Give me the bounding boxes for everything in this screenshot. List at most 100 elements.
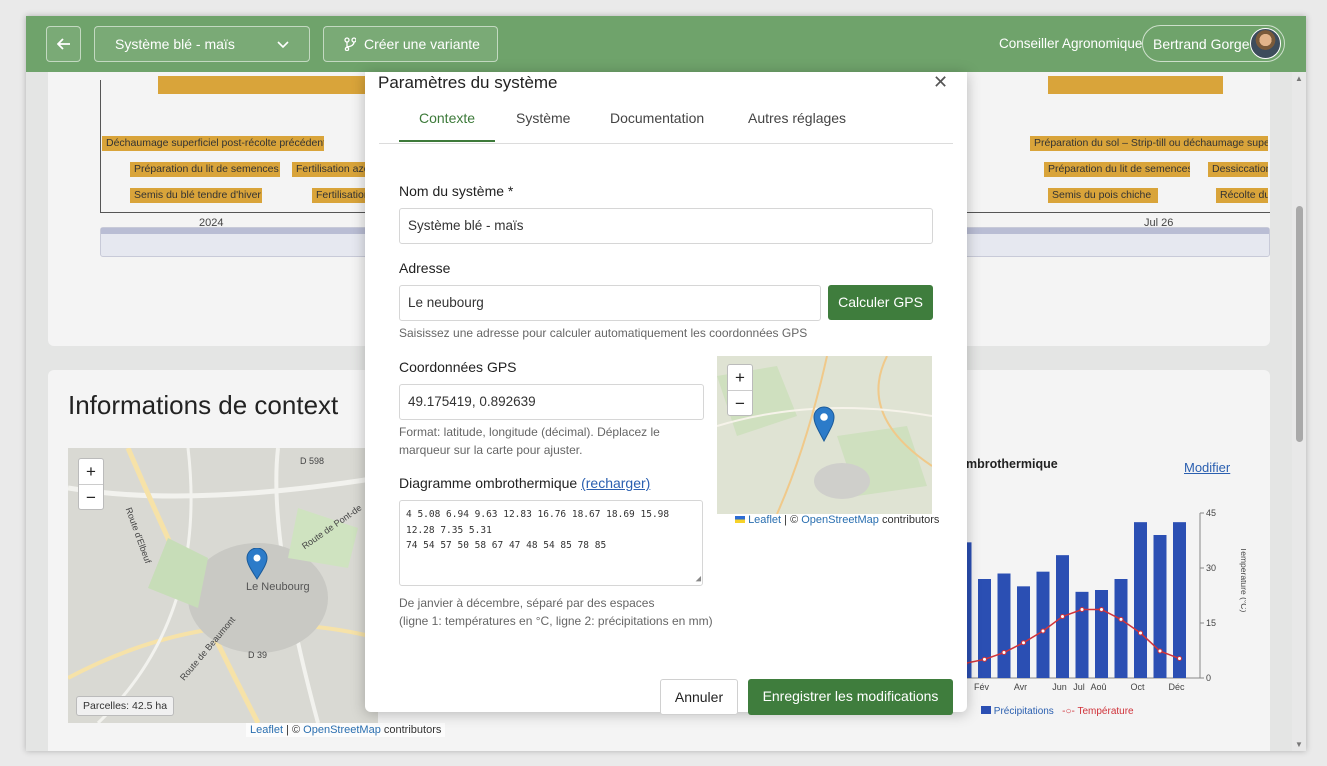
map-marker-icon[interactable] bbox=[813, 406, 835, 442]
precip-bar bbox=[1114, 579, 1128, 678]
timeline-band bbox=[1048, 76, 1223, 94]
y2-tick-label: 45 bbox=[1206, 508, 1216, 518]
ombro-chart-title: mbrothermique bbox=[966, 457, 1058, 471]
parcel-map[interactable]: D 598 Route d'Elbeuf Route de Pont-de Le… bbox=[68, 448, 378, 723]
arrow-left-icon bbox=[56, 38, 70, 50]
system-select-value: Système blé - maïs bbox=[115, 36, 235, 52]
system-name-label: Nom du système * bbox=[399, 183, 514, 199]
map-tiles bbox=[68, 448, 378, 723]
map-zoom-control: + − bbox=[78, 458, 104, 510]
osm-link[interactable]: OpenStreetMap bbox=[801, 514, 879, 526]
gantt-task[interactable]: Récolte du bbox=[1216, 188, 1268, 203]
coords-input[interactable]: 49.175419, 0.892639 bbox=[399, 384, 704, 420]
y2-tick-label: 30 bbox=[1206, 563, 1216, 573]
tab-autres-reglages[interactable]: Autres réglages bbox=[728, 110, 866, 140]
zoom-in-button[interactable]: + bbox=[728, 365, 752, 390]
address-input[interactable]: Le neubourg bbox=[399, 285, 821, 321]
temperature-point bbox=[1021, 640, 1026, 646]
map-zoom-control: + − bbox=[727, 364, 753, 416]
textarea-line: 4 5.08 6.94 9.63 12.83 16.76 18.67 18.69… bbox=[406, 509, 670, 520]
precip-bar bbox=[1153, 535, 1167, 678]
precip-bar bbox=[997, 573, 1011, 678]
textarea-line: 12.28 7.35 5.31 bbox=[406, 524, 492, 536]
osm-link[interactable]: OpenStreetMap bbox=[303, 724, 381, 736]
user-menu-button[interactable]: Bertrand Gorge bbox=[1142, 25, 1285, 62]
zoom-out-button[interactable]: − bbox=[79, 484, 103, 509]
gantt-task[interactable]: Dessiccation bbox=[1208, 162, 1268, 177]
map-attribution: Leaflet | © OpenStreetMap contributors bbox=[731, 513, 943, 527]
map-marker-icon[interactable] bbox=[246, 548, 268, 580]
month-tick-label: Oct bbox=[1130, 682, 1145, 692]
calculate-gps-button[interactable]: Calculer GPS bbox=[828, 285, 933, 320]
legend-swatch bbox=[981, 706, 991, 714]
temperature-point bbox=[1118, 616, 1124, 622]
avatar bbox=[1250, 28, 1281, 59]
ombro-data-textarea[interactable]: 4 5.08 6.94 9.63 12.83 16.76 18.67 18.69… bbox=[399, 500, 703, 586]
temperature-point bbox=[1060, 614, 1065, 620]
temperature-point bbox=[1177, 656, 1182, 662]
scrollbar-thumb[interactable] bbox=[1296, 206, 1303, 442]
zoom-out-button[interactable]: − bbox=[728, 390, 752, 415]
coords-label: Coordonnées GPS bbox=[399, 359, 517, 375]
leaflet-link[interactable]: Leaflet bbox=[250, 724, 283, 736]
month-tick-label: Aoû bbox=[1090, 682, 1106, 692]
month-tick-label: Fév bbox=[974, 682, 990, 692]
map-road-label: D 598 bbox=[300, 456, 325, 466]
temperature-point bbox=[982, 656, 987, 662]
system-select[interactable]: Système blé - maïs bbox=[94, 26, 310, 62]
month-tick-label: Avr bbox=[1014, 682, 1027, 692]
tab-systeme[interactable]: Système bbox=[496, 110, 590, 140]
system-name-input[interactable]: Système blé - maïs bbox=[399, 208, 933, 244]
map-town-label: Le Neubourg bbox=[246, 581, 310, 593]
temperature-point bbox=[1157, 648, 1163, 654]
textarea-line: 74 54 57 50 58 67 47 48 54 85 78 85 bbox=[406, 540, 607, 551]
tab-documentation[interactable]: Documentation bbox=[590, 110, 724, 140]
legend-label: Précipitations bbox=[993, 706, 1054, 717]
temperature-line bbox=[964, 608, 1180, 665]
app-window: Déchaumage superficiel post-récolte préc… bbox=[26, 16, 1306, 751]
month-tick-label: Déc bbox=[1168, 682, 1185, 692]
system-settings-modal: Paramètres du système ✕ Contexte Système… bbox=[365, 72, 967, 715]
ombro-label: Diagramme ombrothermique (recharger) bbox=[399, 475, 651, 491]
zoom-in-button[interactable]: + bbox=[79, 459, 103, 484]
legend-line-icon: -○- bbox=[1062, 706, 1075, 717]
create-variant-label: Créer une variante bbox=[364, 36, 480, 52]
precip-bar bbox=[978, 579, 991, 678]
ombro-help: (ligne 1: températures en °C, ligne 2: p… bbox=[399, 614, 713, 628]
user-role: Conseiller Agronomique bbox=[999, 36, 1143, 51]
gantt-task[interactable]: Semis du blé tendre d'hiver bbox=[130, 188, 262, 203]
cancel-button[interactable]: Annuler bbox=[660, 679, 738, 715]
month-tick-label: Jul bbox=[1073, 682, 1085, 692]
map-attribution: Leaflet | © OpenStreetMap contributors bbox=[246, 723, 446, 737]
create-variant-button[interactable]: Créer une variante bbox=[323, 26, 498, 62]
tab-contexte[interactable]: Contexte bbox=[399, 110, 496, 142]
gantt-task[interactable]: Préparation du lit de semences bbox=[1044, 162, 1190, 177]
location-map[interactable]: + − bbox=[717, 356, 932, 514]
gantt-task[interactable]: Préparation du lit de semences bbox=[130, 162, 280, 177]
temperature-point bbox=[1040, 628, 1046, 634]
modify-link[interactable]: Modifier bbox=[1184, 460, 1230, 475]
user-name: Bertrand Gorge bbox=[1153, 35, 1250, 52]
address-label: Adresse bbox=[399, 260, 451, 276]
timeline-axis bbox=[100, 80, 101, 213]
leaflet-link[interactable]: Leaflet bbox=[748, 514, 781, 526]
temperature-point bbox=[1099, 606, 1104, 612]
y2-axis-label: Température (°C) bbox=[1239, 547, 1246, 612]
y2-tick-label: 15 bbox=[1206, 618, 1216, 628]
precip-bar bbox=[1173, 522, 1186, 678]
resize-handle-icon[interactable]: ◢ bbox=[696, 575, 701, 584]
gantt-task[interactable]: Déchaumage superficiel post-récolte préc… bbox=[102, 136, 324, 151]
map-road-label: D 39 bbox=[248, 650, 268, 660]
back-button[interactable] bbox=[46, 26, 81, 62]
gantt-task[interactable]: Semis du pois chiche bbox=[1048, 188, 1158, 203]
scroll-down-icon[interactable]: ▼ bbox=[1295, 740, 1303, 749]
reload-link[interactable]: (recharger) bbox=[581, 475, 650, 491]
close-icon[interactable]: ✕ bbox=[933, 72, 948, 93]
gantt-task[interactable]: Préparation du sol – Strip-till ou décha… bbox=[1030, 136, 1268, 151]
page-scrollbar[interactable]: ▲ ▼ bbox=[1292, 72, 1306, 751]
git-branch-icon bbox=[344, 37, 356, 51]
save-button[interactable]: Enregistrer les modifications bbox=[748, 679, 953, 715]
coords-help: marqueur sur la carte pour ajuster. bbox=[399, 443, 583, 457]
scroll-up-icon[interactable]: ▲ bbox=[1295, 74, 1303, 83]
temperature-point bbox=[1001, 650, 1007, 656]
